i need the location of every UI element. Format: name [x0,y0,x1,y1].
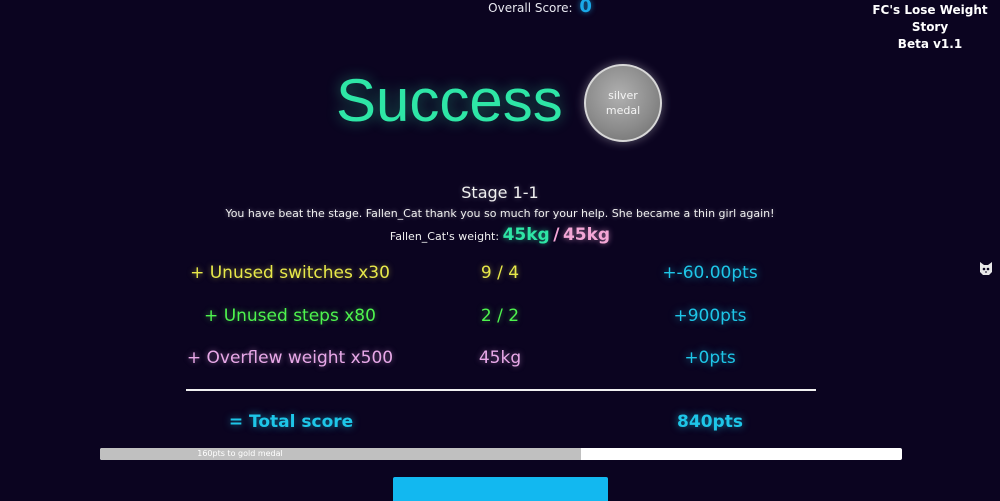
game-screen: Overall Score: 0 FC's Lose Weight Story … [0,0,1000,501]
weight-label: Fallen_Cat's weight: [389,230,500,243]
cat-face-icon-svg [980,262,992,275]
medal-label-line1: silver [608,89,638,102]
score-row-overflow: + Overflew weight x500 45kg +0pts [0,348,1000,378]
game-title: FC's Lose Weight Story Beta v1.1 [860,2,1000,53]
total-score-label: = Total score [228,412,354,432]
score-divider [186,389,816,391]
score-row-points: +900pts [673,306,747,326]
game-version: Beta v1.1 [897,37,963,51]
silver-medal-icon: silver medal [584,64,662,142]
overall-score-label: Overall Score: [488,1,573,15]
medal-progress-text: 160pts to gold medal [197,449,283,458]
result-title: Success [336,67,563,134]
medal-progress-bar: 160pts to gold medal [100,448,902,460]
weight-current: 45kg [502,225,550,245]
score-row-value: 2 / 2 [480,306,520,326]
score-row-points: +0pts [684,348,736,368]
medal-label-line2: medal [605,104,641,117]
stage-name: Stage 1-1 [461,183,539,202]
stage-message: You have beat the stage. Fallen_Cat than… [225,207,775,220]
game-title-name: FC's Lose Weight Story [872,3,988,34]
overall-score: Overall Score: 0 [0,0,1000,17]
score-row-steps: + Unused steps x80 2 / 2 +900pts [0,306,1000,336]
weight-separator: / [553,225,560,245]
score-row-label: + Unused switches x30 [190,263,390,283]
weight-line: Fallen_Cat's weight: 45kg / 45kg [0,225,1000,245]
total-score-points: 840pts [677,412,743,432]
weight-goal: 45kg [562,225,611,245]
continue-button[interactable] [393,477,608,501]
score-row-label: + Overflew weight x500 [186,348,394,368]
score-row-label: + Unused steps x80 [204,306,376,326]
score-row-value: 45kg [478,348,522,368]
score-row-points: +-60.00pts [662,263,758,283]
cat-face-icon[interactable] [979,260,993,276]
overall-score-value: 0 [579,0,592,17]
score-row-value: 9 / 4 [480,263,520,283]
score-row-switches: + Unused switches x30 9 / 4 +-60.00pts [0,263,1000,293]
